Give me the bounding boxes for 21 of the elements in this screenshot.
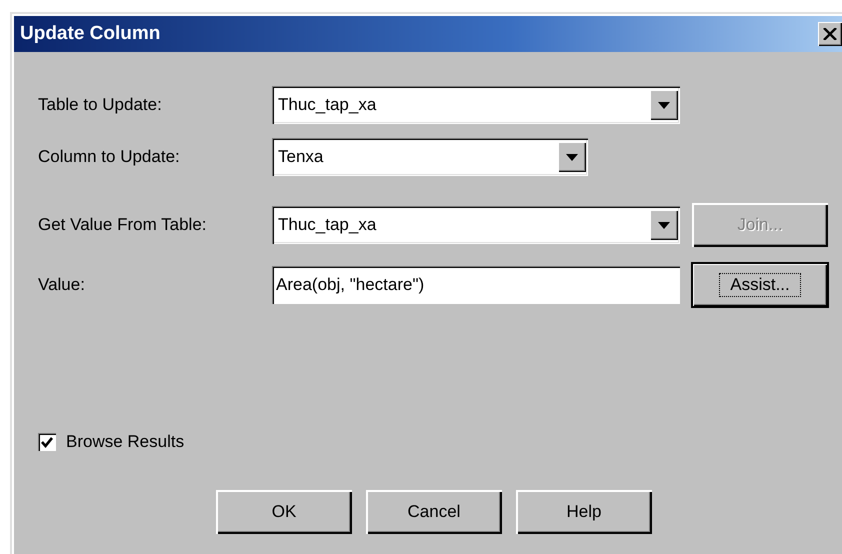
dropdown[interactable]: Thuc_tap_xa	[272, 206, 680, 244]
assist-button[interactable]: Assist...	[692, 263, 828, 307]
checkbox-label[interactable]: Browse Results	[66, 432, 184, 452]
dialog-button[interactable]: Help	[516, 490, 652, 534]
dropdown-arrow-icon	[566, 154, 578, 160]
field-label: Table to Update:	[38, 95, 163, 115]
field-label: Get Value From Table:	[38, 215, 208, 235]
value-field[interactable]: Area(obj, "hectare")	[272, 266, 680, 304]
close-icon	[823, 28, 837, 40]
dropdown[interactable]: Thuc_tap_xa	[272, 86, 680, 124]
dropdown-arrow-icon	[658, 222, 670, 228]
checkbox[interactable]	[38, 433, 56, 451]
close-button[interactable]	[818, 22, 842, 46]
field-label: Value:	[38, 275, 86, 295]
dialog-button[interactable]: OK	[216, 490, 352, 534]
window-title: Update Column	[20, 23, 160, 45]
dialog-button[interactable]: Cancel	[366, 490, 502, 534]
dropdown[interactable]: Tenxa	[272, 138, 588, 176]
dropdown-arrow-icon	[658, 102, 670, 108]
field-label: Column to Update:	[38, 147, 181, 167]
checkmark-icon	[41, 436, 53, 448]
